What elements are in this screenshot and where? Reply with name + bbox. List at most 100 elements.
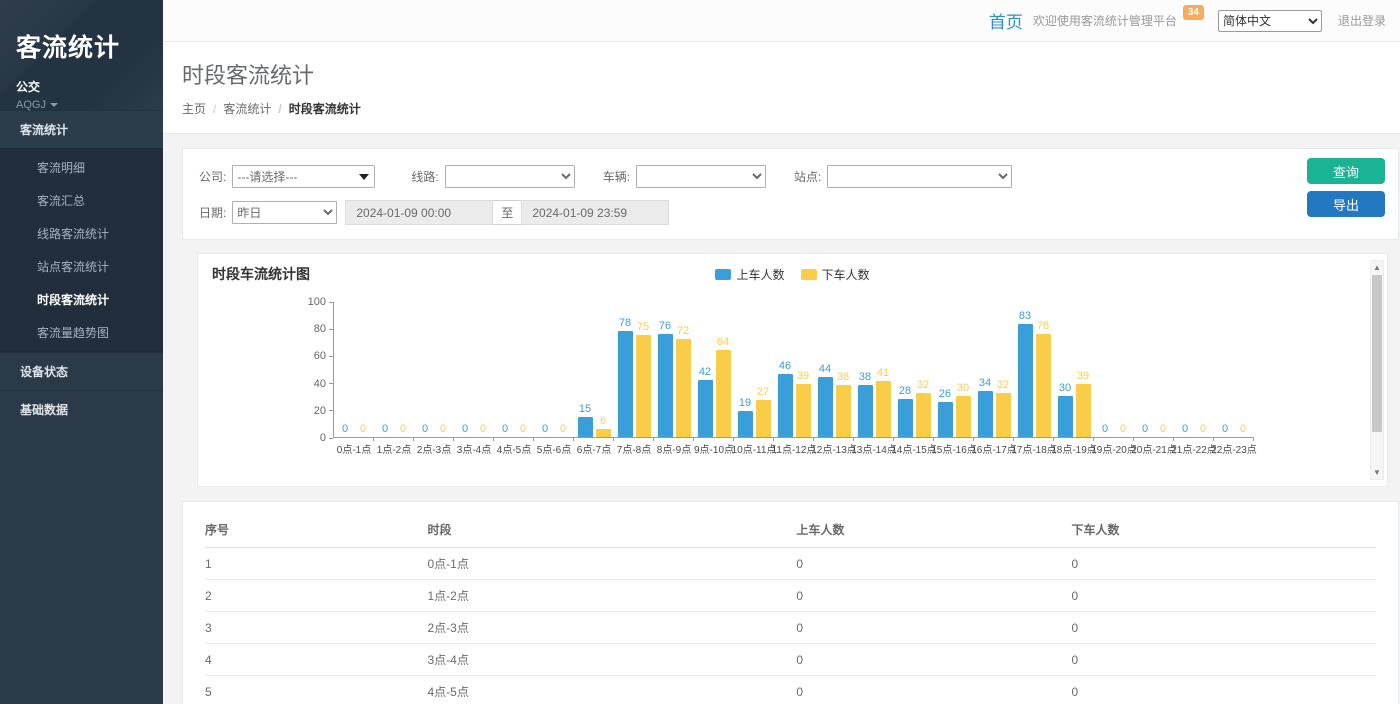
bar-group: 263015点-16点 (934, 302, 974, 437)
line-label: 线路: (411, 168, 438, 185)
bar[interactable] (1076, 384, 1091, 437)
bar[interactable] (756, 400, 771, 437)
bar-value-label: 0 (1240, 423, 1246, 436)
search-button[interactable]: 查询 (1307, 158, 1385, 184)
bar[interactable] (738, 411, 753, 437)
sidebar-subitem[interactable]: 线路客流统计 (0, 217, 163, 250)
table-row: 10点-1点00 (205, 548, 1376, 580)
table-cell: 1 (205, 548, 427, 580)
bar[interactable] (676, 339, 691, 437)
bar-value-label: 46 (779, 360, 791, 373)
language-select[interactable]: 简体中文 (1218, 10, 1322, 32)
breadcrumb-home[interactable]: 主页 (182, 100, 206, 117)
y-tick-label: 60 (314, 350, 333, 362)
bar[interactable] (938, 402, 953, 437)
company-select[interactable]: ---请选择--- (232, 165, 375, 188)
col-header-period: 时段 (427, 513, 796, 548)
bar-group: 0020点-21点 (1134, 302, 1174, 437)
bar[interactable] (636, 335, 651, 437)
bar[interactable] (916, 393, 931, 437)
bar[interactable] (1058, 396, 1073, 437)
bar[interactable] (618, 331, 633, 437)
notification-badge[interactable]: 34 (1183, 5, 1204, 20)
date-preset-select[interactable]: 昨日 (232, 201, 337, 224)
bar[interactable] (996, 393, 1011, 437)
table-panel: 序号 时段 上车人数 下车人数 10点-1点0021点-2点0032点-3点00… (182, 501, 1399, 704)
page-title: 时段客流统计 (182, 58, 1380, 90)
topbar: 首页 欢迎使用客流统计管理平台 34 简体中文 退出登录 (163, 0, 1400, 42)
table-cell: 2点-3点 (427, 612, 796, 644)
data-table: 序号 时段 上车人数 下车人数 10点-1点0021点-2点0032点-3点00… (205, 513, 1376, 704)
bar[interactable] (778, 374, 793, 437)
sidebar-subitem[interactable]: 时段客流统计 (0, 283, 163, 316)
bar-value-label: 0 (1120, 423, 1126, 436)
sidebar-subitem[interactable]: 客流汇总 (0, 184, 163, 217)
bar-value-label: 0 (382, 423, 388, 436)
date-end-input[interactable]: 2024-01-09 23:59 (521, 200, 669, 225)
bar[interactable] (836, 385, 851, 437)
bar[interactable] (898, 399, 913, 437)
breadcrumb-current: 时段客流统计 (278, 100, 360, 117)
bar-value-label: 0 (1160, 423, 1166, 436)
sidebar-subitem[interactable]: 客流明细 (0, 151, 163, 184)
bar-group: 837617点-18点 (1014, 302, 1054, 437)
table-cell: 4点-5点 (427, 676, 796, 704)
bar[interactable] (978, 391, 993, 437)
bar-value-label: 39 (1077, 370, 1089, 383)
bar[interactable] (716, 350, 731, 437)
bar-value-label: 83 (1019, 310, 1031, 323)
sidebar-subitem[interactable]: 客流量趋势图 (0, 316, 163, 349)
station-select[interactable] (827, 165, 1012, 188)
y-tick-label: 20 (314, 405, 333, 417)
sidebar: 客流统计 公交 AQGJ 客流统计 客流明细客流汇总线路客流统计站点客流统计时段… (0, 0, 163, 704)
bar-value-label: 30 (1059, 382, 1071, 395)
filter-row-1: 公司: ---请选择--- 线路: 车辆: 站点: (199, 165, 1382, 188)
vehicle-label: 车辆: (603, 168, 630, 185)
bar-group: 343216点-17点 (974, 302, 1014, 437)
logout-link[interactable]: 退出登录 (1338, 12, 1386, 29)
bar[interactable] (596, 429, 611, 437)
bar-value-label: 0 (1142, 423, 1148, 436)
bar[interactable] (578, 417, 593, 437)
home-link[interactable]: 首页 (989, 8, 1023, 33)
export-button[interactable]: 导出 (1307, 191, 1385, 217)
scrollbar-thumb[interactable] (1372, 275, 1382, 432)
bar-group: 76728点-9点 (654, 302, 694, 437)
scrollbar-up-icon[interactable]: ▲ (1371, 261, 1383, 274)
bar[interactable] (858, 385, 873, 437)
bar-value-label: 34 (979, 377, 991, 390)
bar-group: 1566点-7点 (574, 302, 614, 437)
bar[interactable] (698, 380, 713, 437)
bar[interactable] (818, 377, 833, 437)
sidebar-item-base-data[interactable]: 基础数据 (0, 390, 163, 428)
breadcrumb-section[interactable]: 客流统计 (213, 100, 271, 117)
bar-value-label: 76 (1037, 320, 1049, 333)
chart-y-axis: 020406080100 (287, 302, 333, 438)
date-start-input[interactable]: 2024-01-09 00:00 (345, 200, 493, 225)
bar[interactable] (956, 396, 971, 437)
sidebar-item-device-status[interactable]: 设备状态 (0, 352, 163, 390)
table-cell: 0 (1072, 676, 1376, 704)
table-cell: 3 (205, 612, 427, 644)
bar-value-label: 0 (360, 423, 366, 436)
bar[interactable] (658, 334, 673, 437)
scrollbar-down-icon[interactable]: ▼ (1371, 466, 1383, 479)
legend-item-boarding[interactable]: 上车人数 (715, 266, 784, 283)
bar-group: 443812点-13点 (814, 302, 854, 437)
sidebar-subitem[interactable]: 站点客流统计 (0, 250, 163, 283)
bar[interactable] (1036, 334, 1051, 437)
chart-vertical-scrollbar[interactable]: ▲ ▼ (1370, 260, 1384, 480)
legend-item-alighting[interactable]: 下车人数 (801, 266, 870, 283)
line-select[interactable] (445, 165, 575, 188)
table-body: 10点-1点0021点-2点0032点-3点0043点-4点0054点-5点00… (205, 548, 1376, 704)
vehicle-select[interactable] (636, 165, 766, 188)
table-cell: 0 (1072, 580, 1376, 612)
bar-value-label: 0 (542, 423, 548, 436)
x-axis-label: 0点-1点 (337, 441, 371, 456)
breadcrumb: 主页 客流统计 时段客流统计 (182, 100, 1380, 117)
sidebar-item-passenger-stats[interactable]: 客流统计 (0, 110, 163, 148)
bar[interactable] (796, 384, 811, 437)
bar[interactable] (1018, 324, 1033, 437)
bar[interactable] (876, 381, 891, 437)
bar-value-label: 28 (899, 385, 911, 398)
